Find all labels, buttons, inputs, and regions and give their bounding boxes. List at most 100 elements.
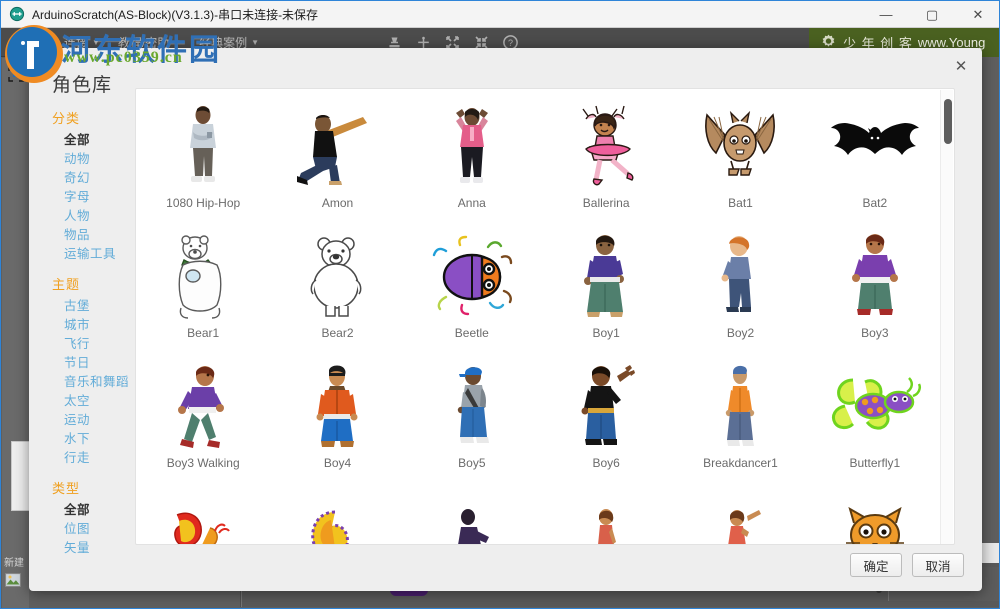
window-controls: — ▢ ✕ (863, 1, 999, 28)
filter-item-flying[interactable]: 飞行 (52, 334, 142, 353)
window-title: ArduinoScratch(AS-Block)(V3.1.3)-串口未连接-未… (32, 7, 319, 22)
sprite-cell[interactable] (136, 485, 270, 544)
sprite-grid-scrollbar[interactable] (940, 90, 953, 544)
dialog-title: 角色库 (52, 75, 113, 96)
filter-item-sports[interactable]: 运动 (52, 410, 142, 429)
filter-item-things[interactable]: 物品 (52, 225, 142, 244)
sprite-cell[interactable]: Beetle (405, 225, 539, 355)
cancel-button[interactable]: 取消 (912, 553, 964, 577)
dialog-footer: 确定 取消 (850, 553, 964, 577)
sprite-cell[interactable]: Butterfly1 (808, 355, 942, 485)
shell-purple-yellow-icon (289, 489, 385, 544)
chevron-down-icon: ▼ (173, 37, 182, 47)
sprite-name: Butterfly1 (849, 456, 901, 470)
filter-item-animals[interactable]: 动物 (52, 149, 142, 168)
close-button[interactable]: ✕ (955, 1, 999, 28)
sprite-cell[interactable]: Breakdancer1 (673, 355, 807, 485)
dialog-close-icon[interactable]: ✕ (950, 55, 972, 77)
sprite-cell[interactable]: Boy3 Walking (136, 355, 270, 485)
sprite-library-dialog: ✕ 角色库 分类 全部 动物 奇幻 字母 人物 物品 运输工具 主题 古堡 城市… (29, 48, 982, 591)
filter-item-fantasy[interactable]: 奇幻 (52, 168, 142, 187)
bear-outline-white-icon (289, 229, 385, 325)
ok-button[interactable]: 确定 (850, 553, 902, 577)
boy-purple-shirt-icon (558, 229, 654, 325)
ballerina-pink-icon (558, 99, 654, 195)
filter-type-vector[interactable]: 矢量 (52, 538, 142, 557)
sprite-cell[interactable] (673, 485, 807, 544)
sprite-cell[interactable]: Boy4 (270, 355, 404, 485)
sprite-name: Boy2 (726, 326, 755, 340)
sprite-name: Bat2 (862, 196, 888, 210)
filter-type-all[interactable]: 全部 (52, 500, 142, 519)
sprite-cell[interactable] (539, 485, 673, 544)
girl-standing-icon (558, 489, 654, 544)
sprite-cell[interactable]: Bear2 (270, 225, 404, 355)
sprite-cell[interactable]: Boy1 (539, 225, 673, 355)
filter-item-transportation[interactable]: 运输工具 (52, 244, 142, 263)
chevron-down-icon: ▼ (91, 37, 100, 47)
person-standing-gray-icon (155, 99, 251, 195)
filter-item-letters[interactable]: 字母 (52, 187, 142, 206)
sprite-name: Amon (321, 196, 354, 210)
sprite-cell[interactable]: Boy2 (673, 225, 807, 355)
snail-red-yellow-icon (155, 489, 251, 544)
sprite-cell[interactable]: Boy3 (808, 225, 942, 355)
bat-black-icon (827, 99, 923, 195)
filter-item-space[interactable]: 太空 (52, 391, 142, 410)
sprite-name: Boy3 Walking (166, 456, 240, 470)
sprite-cell[interactable]: Bear1 (136, 225, 270, 355)
butterfly-green-purple-icon (827, 359, 923, 455)
sprite-cell[interactable]: Bat2 (808, 95, 942, 225)
girl-pointing-icon (692, 489, 788, 544)
sprite-cell[interactable]: Boy5 (405, 355, 539, 485)
stage-thumbnail-icon[interactable] (7, 65, 25, 83)
filter-item-underwater[interactable]: 水下 (52, 429, 142, 448)
sprite-name: Boy4 (323, 456, 352, 470)
sprite-name: Bat1 (728, 196, 753, 210)
person-arms-up-pink-icon (424, 99, 520, 195)
image-icon[interactable] (5, 573, 21, 587)
cat-orange-icon (827, 489, 923, 544)
maximize-button[interactable]: ▢ (909, 1, 955, 28)
application-window: ArduinoScratch(AS-Block)(V3.1.3)-串口未连接-未… (0, 0, 1000, 609)
beetle-purple-icon (424, 229, 520, 325)
filter-item-city[interactable]: 城市 (52, 315, 142, 334)
filter-item-people[interactable]: 人物 (52, 206, 142, 225)
chevron-down-icon: ▼ (38, 37, 46, 47)
filter-type-bitmap[interactable]: 位图 (52, 519, 142, 538)
sprite-cell[interactable]: 1080 Hip-Hop (136, 95, 270, 225)
sprite-cell[interactable]: Ballerina (539, 95, 673, 225)
sprite-cell[interactable] (405, 485, 539, 544)
dancer-purple-icon (424, 489, 520, 544)
boy-orange-jacket-icon (289, 359, 385, 455)
filter-heading: 类型 (52, 481, 81, 496)
sprite-name: Bear1 (187, 326, 220, 340)
filter-item-all[interactable]: 全部 (52, 130, 142, 149)
sprite-name: 1080 Hip-Hop (166, 196, 241, 210)
sprite-cell[interactable]: Amon (270, 95, 404, 225)
sprite-cell[interactable]: Boy6 (539, 355, 673, 485)
sprite-cell[interactable]: Anna (405, 95, 539, 225)
sprite-name: Boy5 (458, 456, 486, 470)
sprite-name: Bear2 (321, 326, 354, 340)
filter-item-holiday[interactable]: 节日 (52, 353, 142, 372)
chevron-down-icon: ▼ (251, 37, 260, 47)
bat-brown-icon (692, 99, 788, 195)
sprite-cell[interactable] (270, 485, 404, 544)
sprite-cell[interactable] (808, 485, 942, 544)
filter-item-walking[interactable]: 行走 (52, 448, 142, 467)
breakdancer-orange-icon (692, 359, 788, 455)
sprite-cell[interactable]: Bat1 (673, 95, 807, 225)
filter-sidebar: 分类 全部 动物 奇幻 字母 人物 物品 运输工具 主题 古堡 城市 飞行 节日… (52, 108, 142, 558)
sprite-name: Ballerina (582, 196, 630, 210)
arduino-icon (9, 6, 25, 22)
stage-left-rail (2, 58, 29, 608)
boy-walking-purple-icon (155, 359, 251, 455)
filter-item-music-dance[interactable]: 音乐和舞蹈 (52, 372, 142, 391)
scrollbar-thumb[interactable] (944, 98, 952, 145)
filter-group-theme: 主题 古堡 城市 飞行 节日 音乐和舞蹈 太空 运动 水下 行走 (52, 274, 142, 467)
filter-item-castle[interactable]: 古堡 (52, 296, 142, 315)
person-lunge-black-icon (289, 99, 385, 195)
bear-scarf-white-icon (155, 229, 251, 325)
minimize-button[interactable]: — (863, 1, 909, 28)
